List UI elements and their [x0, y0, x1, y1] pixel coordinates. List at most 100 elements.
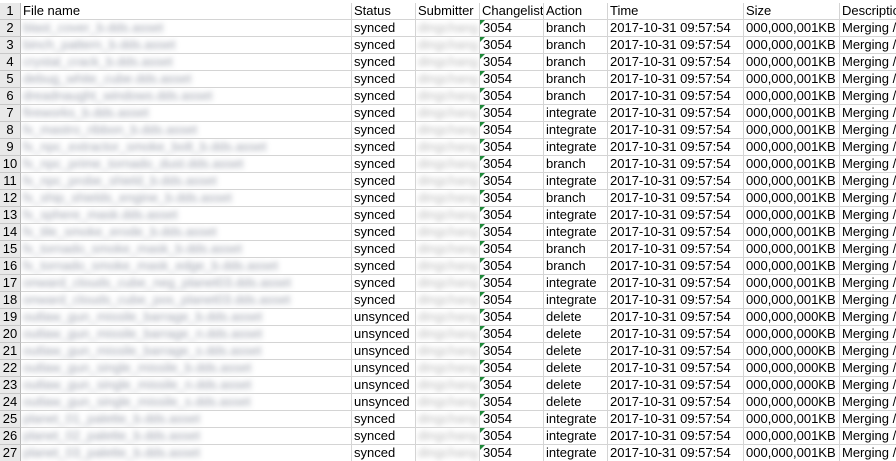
column-header-changelist[interactable]: Changelist [480, 3, 544, 20]
size-cell[interactable]: 000,000,001KB [744, 190, 840, 207]
description-cell[interactable]: Merging // [840, 224, 896, 241]
file-name-cell[interactable]: fx_npc_prime_tornado_dust.dds.asset [21, 156, 352, 173]
action-cell[interactable]: delete [544, 309, 608, 326]
time-cell[interactable]: 2017-10-31 09:57:54 [608, 309, 744, 326]
time-cell[interactable]: 2017-10-31 09:57:54 [608, 360, 744, 377]
description-cell[interactable]: Merging // [840, 445, 896, 461]
status-cell[interactable]: synced [352, 258, 416, 275]
changelist-cell[interactable]: 3054 [480, 54, 544, 71]
file-name-cell[interactable]: outlaw_gun_missile_barrage_b.dds.asset [21, 309, 352, 326]
status-cell[interactable]: synced [352, 190, 416, 207]
time-cell[interactable]: 2017-10-31 09:57:54 [608, 54, 744, 71]
changelist-cell[interactable]: 3054 [480, 309, 544, 326]
description-cell[interactable]: Merging // [840, 428, 896, 445]
description-cell[interactable]: Merging // [840, 360, 896, 377]
action-cell[interactable]: branch [544, 37, 608, 54]
status-cell[interactable]: synced [352, 275, 416, 292]
time-cell[interactable]: 2017-10-31 09:57:54 [608, 241, 744, 258]
table-row[interactable]: 6 dreadnaught_windows.dds.asset synced ding… [0, 88, 896, 105]
time-cell[interactable]: 2017-10-31 09:57:54 [608, 326, 744, 343]
submitter-cell[interactable]: dingchang [416, 292, 480, 309]
table-row[interactable]: 12 fx_ship_shields_engine_b.dds.asset sync… [0, 190, 896, 207]
action-cell[interactable]: integrate [544, 139, 608, 156]
file-name-cell[interactable]: fireworks_b.dds.asset [21, 105, 352, 122]
action-cell[interactable]: delete [544, 377, 608, 394]
action-cell[interactable]: delete [544, 343, 608, 360]
status-cell[interactable]: synced [352, 122, 416, 139]
changelist-cell[interactable]: 3054 [480, 173, 544, 190]
status-cell[interactable]: unsynced [352, 309, 416, 326]
size-cell[interactable]: 000,000,001KB [744, 156, 840, 173]
time-cell[interactable]: 2017-10-31 09:57:54 [608, 411, 744, 428]
file-name-cell[interactable]: dreadnaught_windows.dds.asset [21, 88, 352, 105]
file-name-cell[interactable]: outlaw_gun_single_missile_n.dds.asset [21, 377, 352, 394]
description-cell[interactable]: Merging // [840, 190, 896, 207]
file-name-cell[interactable]: debug_white_cube.dds.asset [21, 71, 352, 88]
status-cell[interactable]: synced [352, 105, 416, 122]
description-cell[interactable]: Merging // [840, 105, 896, 122]
table-row[interactable]: 11 fx_npc_probe_shield_b.dds.asset synced d… [0, 173, 896, 190]
size-cell[interactable]: 000,000,001KB [744, 54, 840, 71]
status-cell[interactable]: unsynced [352, 343, 416, 360]
row-number[interactable]: 4 [0, 54, 21, 71]
description-cell[interactable]: Merging // [840, 139, 896, 156]
submitter-cell[interactable]: dingchang [416, 241, 480, 258]
description-cell[interactable]: Merging // [840, 241, 896, 258]
size-cell[interactable]: 000,000,001KB [744, 428, 840, 445]
changelist-cell[interactable]: 3054 [480, 37, 544, 54]
status-cell[interactable]: synced [352, 54, 416, 71]
table-row[interactable]: 7 fireworks_b.dds.asset synced dingchang 305… [0, 105, 896, 122]
action-cell[interactable]: integrate [544, 207, 608, 224]
row-number[interactable]: 9 [0, 139, 21, 156]
table-row[interactable]: 16 fx_tornado_smoke_mask_edge_b.dds.asset… [0, 258, 896, 275]
size-cell[interactable]: 000,000,001KB [744, 258, 840, 275]
action-cell[interactable]: integrate [544, 173, 608, 190]
submitter-cell[interactable]: dingchang [416, 377, 480, 394]
description-cell[interactable]: Merging // [840, 394, 896, 411]
status-cell[interactable]: unsynced [352, 360, 416, 377]
size-cell[interactable]: 000,000,000KB [744, 394, 840, 411]
status-cell[interactable]: synced [352, 445, 416, 461]
description-cell[interactable]: Merging // [840, 258, 896, 275]
submitter-cell[interactable]: dingchang [416, 360, 480, 377]
description-cell[interactable]: Merging // [840, 309, 896, 326]
action-cell[interactable]: branch [544, 54, 608, 71]
time-cell[interactable]: 2017-10-31 09:57:54 [608, 394, 744, 411]
description-cell[interactable]: Merging // [840, 207, 896, 224]
submitter-cell[interactable]: dingchang [416, 122, 480, 139]
submitter-cell[interactable]: dingchang [416, 37, 480, 54]
time-cell[interactable]: 2017-10-31 09:57:54 [608, 258, 744, 275]
row-number[interactable]: 12 [0, 190, 21, 207]
submitter-cell[interactable]: dingchang [416, 445, 480, 461]
submitter-cell[interactable]: dingchang [416, 275, 480, 292]
action-cell[interactable]: branch [544, 20, 608, 37]
action-cell[interactable]: integrate [544, 292, 608, 309]
changelist-cell[interactable]: 3054 [480, 241, 544, 258]
changelist-cell[interactable]: 3054 [480, 105, 544, 122]
table-row[interactable]: 25 planet_01_palette_b.dds.asset synced din… [0, 411, 896, 428]
submitter-cell[interactable]: dingchang [416, 71, 480, 88]
time-cell[interactable]: 2017-10-31 09:57:54 [608, 20, 744, 37]
size-cell[interactable]: 000,000,001KB [744, 88, 840, 105]
size-cell[interactable]: 000,000,001KB [744, 411, 840, 428]
action-cell[interactable]: integrate [544, 122, 608, 139]
file-name-cell[interactable]: fx_tile_smoke_erode_b.dds.asset [21, 224, 352, 241]
time-cell[interactable]: 2017-10-31 09:57:54 [608, 445, 744, 461]
status-cell[interactable]: synced [352, 37, 416, 54]
changelist-cell[interactable]: 3054 [480, 445, 544, 461]
status-cell[interactable]: synced [352, 20, 416, 37]
column-header-submitter[interactable]: Submitter [416, 3, 480, 20]
file-name-cell[interactable]: fx_tornado_smoke_mask_edge_b.dds.asset [21, 258, 352, 275]
row-number[interactable]: 14 [0, 224, 21, 241]
description-cell[interactable]: Merging // [840, 54, 896, 71]
action-cell[interactable]: delete [544, 360, 608, 377]
submitter-cell[interactable]: dingchang [416, 139, 480, 156]
submitter-cell[interactable]: dingchang [416, 54, 480, 71]
row-number[interactable]: 26 [0, 428, 21, 445]
table-row[interactable]: 21 outlaw_gun_missile_barrage_s.dds.asset… [0, 343, 896, 360]
table-row[interactable]: 26 planet_02_palette_b.dds.asset synced din… [0, 428, 896, 445]
time-cell[interactable]: 2017-10-31 09:57:54 [608, 377, 744, 394]
description-cell[interactable]: Merging // [840, 377, 896, 394]
description-cell[interactable]: Merging // [840, 88, 896, 105]
table-row[interactable]: 24 outlaw_gun_single_missile_s.dds.asset u… [0, 394, 896, 411]
